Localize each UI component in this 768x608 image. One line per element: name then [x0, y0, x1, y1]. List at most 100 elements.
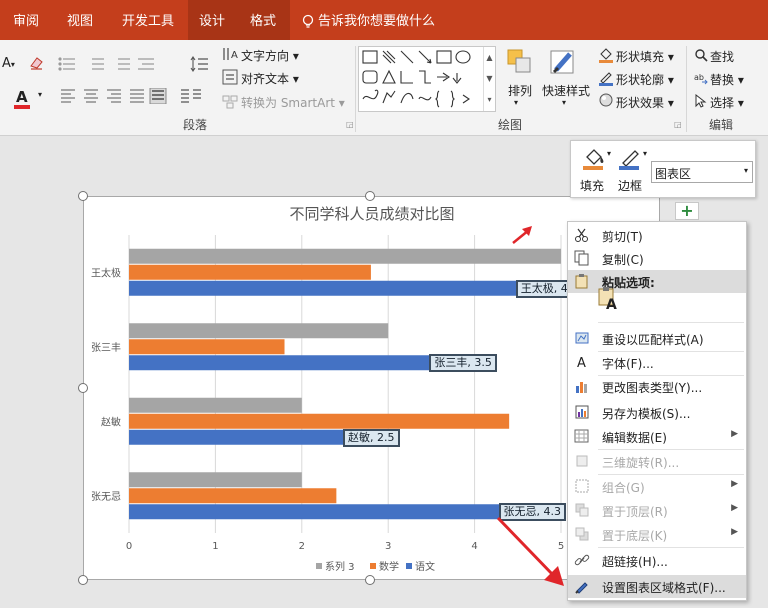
- chevron-down-icon: ▾: [743, 166, 748, 175]
- align-text-button[interactable]: 对齐文本 ▾: [241, 70, 299, 87]
- find-button[interactable]: 查找: [710, 48, 734, 65]
- resize-handle-bottom[interactable]: [365, 575, 375, 585]
- tab-developer[interactable]: 开发工具: [108, 0, 188, 40]
- chart-elements-plus-icon[interactable]: +: [675, 202, 699, 220]
- columns-icon[interactable]: [178, 88, 208, 104]
- red-pointer-arrow-icon: [496, 516, 564, 586]
- tab-view[interactable]: 视图: [52, 0, 108, 40]
- menu-item-bring-front[interactable]: 置于顶层(R) ▶: [568, 499, 746, 522]
- line-spacing-icon[interactable]: [190, 56, 210, 72]
- border-label: 边框: [618, 179, 643, 193]
- legend-swatch: [406, 563, 412, 569]
- shape-effects-button[interactable]: 形状效果 ▾: [616, 94, 674, 111]
- menu-item-font[interactable]: A 字体(F)...: [568, 351, 746, 374]
- editing-group-label: 编辑: [709, 118, 734, 132]
- list-buttons-icon[interactable]: [58, 56, 158, 72]
- data-label[interactable]: 张三丰, 3.5: [429, 354, 497, 373]
- tell-me-text: 告诉我你想要做什么: [318, 14, 436, 29]
- font-icon: A: [577, 356, 586, 370]
- red-annotation-arrow-icon: [512, 226, 532, 244]
- format-area-icon: [575, 582, 588, 594]
- tab-format[interactable]: 格式: [236, 0, 290, 40]
- drawing-launcher-icon[interactable]: ◲: [674, 120, 682, 129]
- menu-item-hyperlink[interactable]: 超链接(H)...: [568, 549, 746, 572]
- replace-button[interactable]: 替换 ▾: [710, 71, 744, 88]
- menu-item-copy[interactable]: 复制(C): [568, 247, 746, 270]
- quick-styles-dropdown-icon[interactable]: ▾: [562, 98, 566, 107]
- resize-handle-bl[interactable]: [78, 575, 88, 585]
- menu-separator: [598, 547, 744, 548]
- font-a-icon[interactable]: A▾: [2, 56, 15, 71]
- bar-数学-0: [129, 264, 371, 280]
- paragraph-launcher-icon[interactable]: ◲: [346, 120, 354, 129]
- menu-item-group[interactable]: 组合(G) ▶: [568, 475, 746, 498]
- submenu-arrow-icon: ▶: [731, 429, 738, 439]
- clear-format-icon[interactable]: [28, 54, 46, 72]
- menu-item-label: 编辑数据(E): [602, 431, 667, 445]
- menu-item-scissors[interactable]: 剪切(T): [568, 224, 746, 247]
- menu-item-label: 更改图表类型(Y)...: [602, 381, 703, 395]
- menu-item-label: 另存为模板(S)...: [602, 407, 691, 421]
- legend-swatch: [316, 563, 322, 569]
- fill-bucket-icon[interactable]: [581, 145, 607, 171]
- resize-handle-top[interactable]: [365, 191, 375, 201]
- shape-fill-button[interactable]: 形状填充 ▾: [616, 48, 674, 65]
- font-color-icon[interactable]: A: [12, 88, 32, 110]
- tab-review[interactable]: 审阅: [0, 0, 52, 40]
- shape-outline-button[interactable]: 形状轮廓 ▾: [616, 71, 674, 88]
- menu-item-label: 组合(G): [602, 481, 645, 495]
- arrange-dropdown-icon[interactable]: ▾: [514, 98, 518, 107]
- x-tick-label: 4: [471, 541, 477, 552]
- border-dropdown-icon[interactable]: ▾: [643, 149, 647, 158]
- quick-styles-button[interactable]: 快速样式: [542, 82, 590, 99]
- select-button[interactable]: 选择 ▾: [710, 94, 744, 111]
- menu-item-template[interactable]: 另存为模板(S)...: [568, 401, 746, 424]
- data-label[interactable]: 赵敏, 2.5: [343, 428, 400, 447]
- find-icon: [695, 49, 708, 62]
- text-direction-icon: A: [223, 48, 238, 61]
- menu-item-reset-style[interactable]: 重设以匹配样式(A): [568, 327, 746, 350]
- menu-item-label: 重设以匹配样式(A): [602, 333, 704, 347]
- fill-dropdown-icon[interactable]: ▾: [607, 149, 611, 158]
- menu-item-send-back[interactable]: 置于底层(K) ▶: [568, 523, 746, 546]
- arrange-button[interactable]: 排列: [508, 82, 532, 99]
- resize-handle-left[interactable]: [78, 383, 88, 393]
- convert-smartart-button[interactable]: 转换为 SmartArt ▾: [241, 94, 345, 111]
- fill-label: 填充: [580, 179, 605, 193]
- menu-item-format-area[interactable]: 设置图表区域格式(F)...: [568, 575, 746, 598]
- replace-icon: ab: [694, 73, 708, 85]
- x-tick-label: 0: [126, 541, 132, 552]
- edit-data-icon: [574, 429, 589, 443]
- menu-item-label: 三维旋转(R)...: [602, 456, 680, 470]
- gallery-scroll-icon[interactable]: ▲ ▼ ▾: [483, 47, 495, 111]
- shapes-gallery[interactable]: ▲ ▼ ▾: [358, 46, 496, 112]
- group-separator-2: [686, 46, 687, 132]
- resize-handle-tl[interactable]: [78, 191, 88, 201]
- menu-item-label: 字体(F)...: [602, 357, 654, 371]
- bar-语文-1: [129, 355, 432, 371]
- x-tick-label: 2: [299, 541, 305, 552]
- legend-label: 系列 3: [325, 560, 355, 573]
- font-color-dropdown-icon[interactable]: ▾: [38, 90, 42, 99]
- paste-keep-text-icon[interactable]: A: [598, 286, 617, 313]
- shape-outline-icon: [599, 72, 613, 86]
- alignment-buttons-icon[interactable]: [60, 88, 168, 104]
- align-text-icon: [222, 69, 238, 85]
- select-icon: [695, 94, 707, 108]
- chart-element-select[interactable]: 图表区 ▾: [651, 161, 753, 183]
- tell-me-box[interactable]: 告诉我你想要做什么: [302, 0, 442, 40]
- bring-front-icon: [575, 503, 589, 517]
- category-label: 张无忌: [91, 491, 121, 503]
- bar-数学-3: [129, 488, 337, 504]
- menu-item-edit-data[interactable]: 编辑数据(E) ▶: [568, 425, 746, 448]
- tab-design[interactable]: 设计: [188, 0, 236, 40]
- menu-item-paste[interactable]: 粘贴选项:: [568, 270, 746, 293]
- mini-toolbar: 填充 ▾ 边框 ▾ 图表区 ▾: [570, 140, 756, 198]
- category-label: 赵敏: [101, 415, 121, 428]
- menu-item-rotate-3d[interactable]: 三维旋转(R)...: [568, 450, 746, 473]
- border-pen-icon[interactable]: [617, 145, 643, 171]
- menu-item-chart-type[interactable]: 更改图表类型(Y)...: [568, 375, 746, 398]
- hyperlink-icon: [574, 554, 590, 566]
- chart-title: 不同学科人员成绩对比图: [289, 205, 454, 223]
- text-direction-button[interactable]: 文字方向 ▾: [241, 47, 299, 64]
